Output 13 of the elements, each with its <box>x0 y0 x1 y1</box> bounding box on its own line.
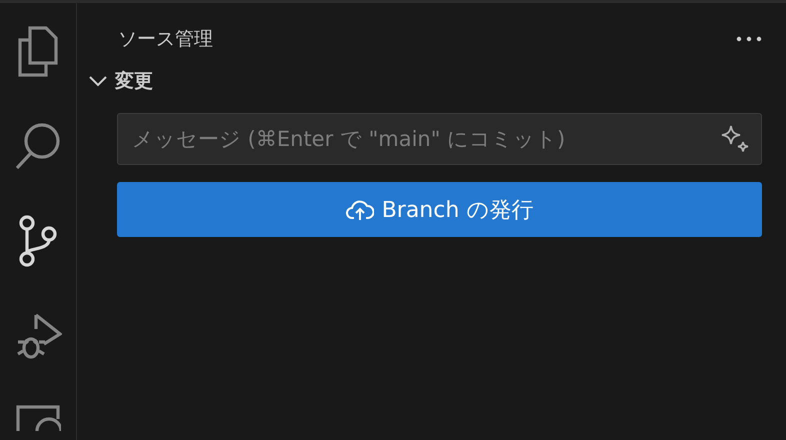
commit-message-field[interactable]: メッセージ (⌘Enter で "main" にコミット) <box>117 113 762 165</box>
branch-icon[interactable] <box>18 215 58 267</box>
monitor-icon[interactable] <box>15 405 61 431</box>
more-icon[interactable] <box>736 36 762 42</box>
cloud-upload-icon <box>346 198 374 220</box>
panel-title: ソース管理 <box>118 27 213 52</box>
sparkle-icon[interactable] <box>720 124 750 154</box>
search-icon[interactable] <box>14 122 62 170</box>
section-title[interactable]: 変更 <box>115 68 153 94</box>
files-icon[interactable] <box>16 25 60 77</box>
run-debug-icon[interactable] <box>14 312 62 360</box>
chevron-icon[interactable] <box>89 75 107 87</box>
publish-branch-button[interactable]: Branch の発行 <box>117 182 762 237</box>
